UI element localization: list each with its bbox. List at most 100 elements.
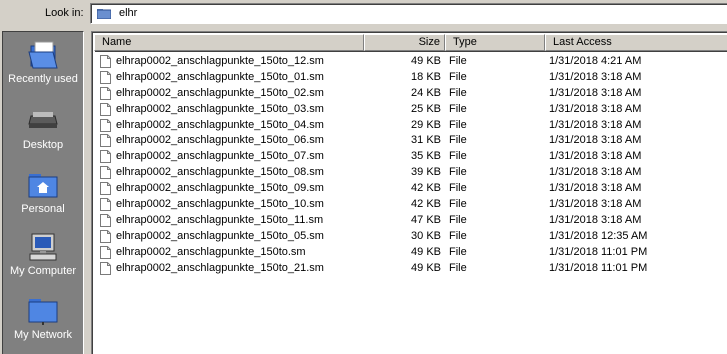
file-type: File — [449, 245, 467, 258]
file-row[interactable]: elhrap0002_anschlagpunkte_150to_12.sm 49 … — [94, 54, 727, 70]
file-icon — [100, 245, 111, 259]
place-my-network[interactable]: My Network — [3, 296, 83, 341]
file-row[interactable]: elhrap0002_anschlagpunkte_150to_02.sm 24 … — [94, 86, 727, 102]
file-last-access: 1/31/2018 12:35 AM — [549, 229, 648, 242]
file-size: 18 KB — [411, 70, 441, 83]
file-last-access: 1/31/2018 3:18 AM — [549, 213, 642, 226]
file-name: elhrap0002_anschlagpunkte_150to_04.sm — [116, 118, 324, 131]
look-in-value: elhr — [119, 7, 138, 19]
file-row[interactable]: elhrap0002_anschlagpunkte_150to_01.sm 18 … — [94, 70, 727, 86]
file-last-access: 1/31/2018 4:21 AM — [549, 55, 642, 67]
file-type: File — [449, 182, 467, 195]
file-list[interactable]: Name Size Type Last Access elhrap0002_an… — [91, 31, 727, 354]
file-size: 24 KB — [411, 86, 441, 99]
network-folder-icon — [28, 299, 58, 325]
file-icon — [100, 261, 111, 275]
file-icon — [100, 70, 111, 84]
place-label: Recently used — [8, 73, 78, 85]
place-personal[interactable]: Personal — [3, 170, 83, 215]
file-icon — [100, 55, 111, 68]
file-name: elhrap0002_anschlagpunkte_150to_01.sm — [116, 70, 324, 83]
file-last-access: 1/31/2018 3:18 AM — [549, 86, 642, 99]
column-header-name[interactable]: Name — [94, 34, 364, 51]
file-row[interactable]: elhrap0002_anschlagpunkte_150to_03.sm 25 … — [94, 102, 727, 118]
file-icon — [100, 198, 111, 212]
file-name: elhrap0002_anschlagpunkte_150to_05.sm — [116, 229, 324, 242]
file-size: 49 KB — [411, 261, 441, 274]
file-type: File — [449, 198, 467, 211]
file-size: 49 KB — [411, 55, 441, 67]
home-folder-icon — [28, 174, 58, 198]
place-desktop[interactable]: Desktop — [3, 106, 83, 151]
look-in-combo[interactable]: elhr — [90, 3, 727, 24]
file-row[interactable]: elhrap0002_anschlagpunkte_150to.sm 49 KB F… — [94, 245, 727, 261]
file-name: elhrap0002_anschlagpunkte_150to_21.sm — [116, 261, 324, 274]
file-icon — [100, 213, 111, 227]
file-icon — [100, 134, 111, 148]
file-icon — [100, 150, 111, 164]
column-header-type[interactable]: Type — [445, 34, 545, 51]
file-type: File — [449, 213, 467, 226]
file-size: 42 KB — [411, 182, 441, 195]
file-row[interactable]: elhrap0002_anschlagpunkte_150to_06.sm 31 … — [94, 133, 727, 149]
file-size: 29 KB — [411, 118, 441, 131]
file-name: elhrap0002_anschlagpunkte_150to_09.sm — [116, 182, 324, 195]
file-size: 39 KB — [411, 166, 441, 179]
file-last-access: 1/31/2018 3:18 AM — [549, 166, 642, 179]
place-label: Personal — [21, 203, 65, 215]
place-my-computer[interactable]: My Computer — [3, 232, 83, 277]
look-in-label: Look in: — [45, 7, 84, 19]
file-type: File — [449, 150, 467, 163]
file-type: File — [449, 70, 467, 83]
file-last-access: 1/31/2018 3:18 AM — [549, 134, 642, 147]
place-label: My Computer — [9, 265, 77, 277]
look-in-bar: Look in: elhr — [0, 0, 727, 28]
file-icon — [100, 166, 111, 180]
file-row[interactable]: elhrap0002_anschlagpunkte_150to_09.sm 42 … — [94, 181, 727, 197]
file-last-access: 1/31/2018 3:18 AM — [549, 70, 642, 83]
file-name: elhrap0002_anschlagpunkte_150to_07.sm — [116, 150, 324, 163]
file-icon — [100, 229, 111, 243]
file-rows: elhrap0002_anschlagpunkte_150to_12.sm 49 … — [94, 54, 727, 276]
column-header-size[interactable]: Size — [364, 34, 445, 51]
file-type: File — [449, 229, 467, 242]
desktop-icon — [28, 112, 58, 128]
file-size: 42 KB — [411, 198, 441, 211]
file-name: elhrap0002_anschlagpunkte_150to_06.sm — [116, 134, 324, 147]
file-icon — [100, 86, 111, 100]
column-header-last-access[interactable]: Last Access — [545, 34, 727, 51]
file-size: 30 KB — [411, 229, 441, 242]
file-type: File — [449, 102, 467, 115]
column-header-row: Name Size Type Last Access — [94, 34, 727, 51]
place-label: My Network — [13, 329, 73, 341]
file-size: 31 KB — [411, 134, 441, 147]
file-size: 35 KB — [411, 150, 441, 163]
file-name: elhrap0002_anschlagpunkte_150to_08.sm — [116, 166, 324, 179]
file-last-access: 1/31/2018 3:18 AM — [549, 118, 642, 131]
file-type: File — [449, 166, 467, 179]
file-type: File — [449, 134, 467, 147]
place-recently-used[interactable]: Recently used — [3, 40, 83, 85]
file-type: File — [449, 118, 467, 131]
file-name: elhrap0002_anschlagpunkte_150to_12.sm — [116, 55, 324, 67]
file-last-access: 1/31/2018 3:18 AM — [549, 150, 642, 163]
place-label: Desktop — [22, 139, 64, 151]
file-icon — [100, 182, 111, 196]
file-size: 47 KB — [411, 213, 441, 226]
file-icon — [100, 118, 111, 132]
file-type: File — [449, 55, 467, 67]
file-type: File — [449, 261, 467, 274]
file-row[interactable]: elhrap0002_anschlagpunkte_150to_10.sm 42 … — [94, 197, 727, 213]
file-row[interactable]: elhrap0002_anschlagpunkte_150to_07.sm 35 … — [94, 149, 727, 165]
file-row[interactable]: elhrap0002_anschlagpunkte_150to_04.sm 29 … — [94, 118, 727, 134]
file-size: 49 KB — [411, 245, 441, 258]
file-size: 25 KB — [411, 102, 441, 115]
file-row[interactable]: elhrap0002_anschlagpunkte_150to_21.sm 49 … — [94, 261, 727, 277]
file-last-access: 1/31/2018 3:18 AM — [549, 102, 642, 115]
file-name: elhrap0002_anschlagpunkte_150to.sm — [116, 245, 306, 258]
file-row[interactable]: elhrap0002_anschlagpunkte_150to_08.sm 39 … — [94, 165, 727, 181]
file-last-access: 1/31/2018 11:01 PM — [549, 261, 648, 274]
file-row[interactable]: elhrap0002_anschlagpunkte_150to_05.sm 30 … — [94, 229, 727, 245]
file-name: elhrap0002_anschlagpunkte_150to_02.sm — [116, 86, 324, 99]
file-row[interactable]: elhrap0002_anschlagpunkte_150to_11.sm 47 … — [94, 213, 727, 229]
